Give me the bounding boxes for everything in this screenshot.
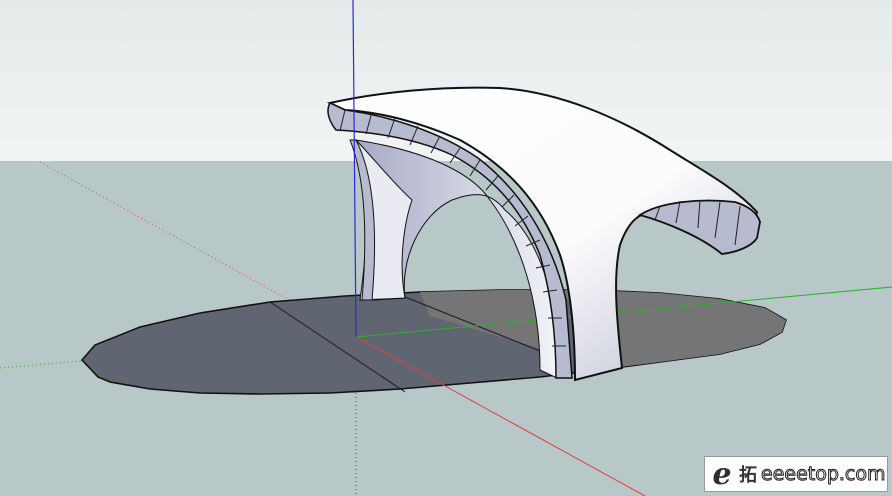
model-viewport[interactable]	[0, 0, 892, 496]
watermark-text: eeeetop.com	[761, 463, 887, 486]
watermark-logo: e	[712, 456, 732, 492]
site-watermark: e 拓 eeeetop.com	[704, 456, 888, 492]
watermark-cn-char: 拓	[739, 465, 757, 486]
sky-background	[0, 0, 892, 161]
